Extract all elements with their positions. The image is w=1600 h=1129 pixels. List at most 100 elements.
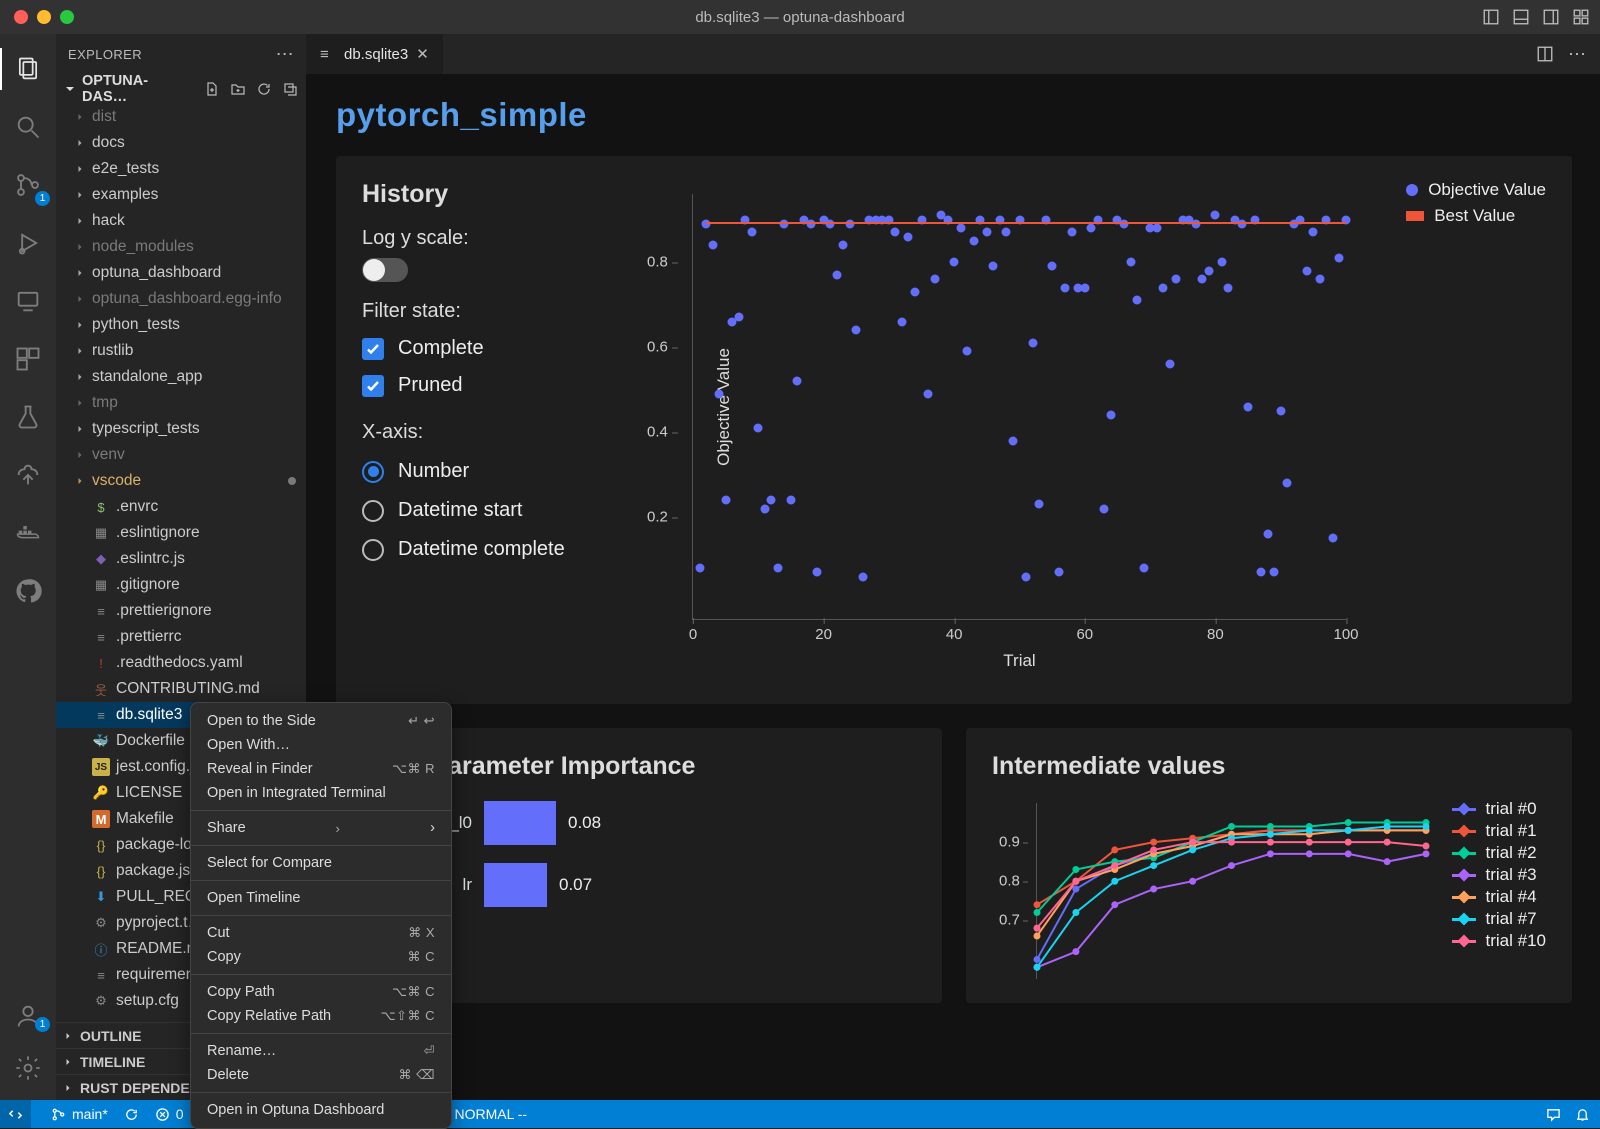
activity-explorer[interactable] [0, 42, 56, 96]
legend-trial-#10[interactable]: .legend-line::after{background:inherit}t… [1452, 931, 1546, 951]
log-scale-label: Log y scale: [362, 227, 632, 250]
status-branch[interactable]: main* [51, 1106, 108, 1122]
folder-tmp[interactable]: tmp [56, 390, 306, 416]
intermediate-heading: Intermediate values [992, 752, 1546, 781]
folder-node_modules[interactable]: node_modules [56, 234, 306, 260]
window-close-btn[interactable] [14, 10, 28, 24]
file-.readthedocs.yaml[interactable]: !.readthedocs.yaml [56, 650, 306, 676]
folder-e2e_tests[interactable]: e2e_tests [56, 156, 306, 182]
ctx-open-with-[interactable]: Open With… [191, 733, 451, 757]
radio-datetime-complete[interactable]: Datetime complete [362, 538, 632, 561]
collapse-icon[interactable] [282, 81, 298, 97]
tab-split-icon[interactable] [1536, 45, 1554, 63]
status-remote[interactable] [0, 1100, 31, 1128]
project-header[interactable]: OPTUNA-DAS… [56, 74, 306, 104]
folder-standalone_app[interactable]: standalone_app [56, 364, 306, 390]
file-.prettierignore[interactable]: ≡.prettierignore [56, 598, 306, 624]
folder-python_tests[interactable]: python_tests [56, 312, 306, 338]
folder-dist[interactable]: dist [56, 104, 306, 130]
status-feedback-icon[interactable] [1546, 1107, 1561, 1122]
folder-docs[interactable]: docs [56, 130, 306, 156]
activity-docker[interactable] [0, 506, 56, 560]
folder-optuna_dashboard.egg-info[interactable]: optuna_dashboard.egg-info [56, 286, 306, 312]
layout-panel-icon[interactable] [1482, 8, 1500, 26]
log-scale-toggle[interactable] [362, 258, 408, 282]
new-file-icon[interactable] [204, 81, 220, 97]
file-.prettierrc[interactable]: ≡.prettierrc [56, 624, 306, 650]
scatter-point [1270, 568, 1279, 577]
activity-run[interactable] [0, 216, 56, 270]
tab-close-icon[interactable]: ✕ [416, 45, 429, 63]
legend-trial-#2[interactable]: .legend-line::after{background:inherit}t… [1452, 843, 1546, 863]
folder-rustlib[interactable]: rustlib [56, 338, 306, 364]
activity-account[interactable]: 1 [0, 994, 56, 1038]
checkbox-complete[interactable]: Complete [362, 337, 632, 360]
ctx-cut[interactable]: Cut⌘ X [191, 921, 451, 945]
scatter-point [1302, 266, 1311, 275]
ctx-copy-relative-path[interactable]: Copy Relative Path⌥⇧⌘ C [191, 1004, 451, 1028]
file-context-menu[interactable]: Open to the Side↵ ↩Open With…Reveal in F… [190, 702, 452, 1129]
ctx-copy-path[interactable]: Copy Path⌥⌘ C [191, 980, 451, 1004]
ctx-share[interactable]: Share› [191, 816, 451, 840]
scatter-point [1172, 275, 1181, 284]
explorer-more-icon[interactable]: ⋯ [276, 44, 294, 65]
window-max-btn[interactable] [60, 10, 74, 24]
layout-grid-icon[interactable] [1572, 8, 1590, 26]
scatter-point [1008, 436, 1017, 445]
ctx-select-for-compare[interactable]: Select for Compare [191, 851, 451, 875]
scatter-point [1257, 568, 1266, 577]
radio-number[interactable]: Number [362, 460, 632, 483]
folder-venv[interactable]: venv [56, 442, 306, 468]
ctx-open-in-integrated-terminal[interactable]: Open in Integrated Terminal [191, 781, 451, 805]
layout-right-icon[interactable] [1542, 8, 1560, 26]
window-min-btn[interactable] [37, 10, 51, 24]
tab-db-sqlite3[interactable]: ≡ db.sqlite3 ✕ [306, 34, 444, 74]
scatter-point [747, 228, 756, 237]
activity-share[interactable] [0, 448, 56, 502]
scatter-point [930, 275, 939, 284]
ctx-copy[interactable]: Copy⌘ C [191, 945, 451, 969]
activity-extensions[interactable] [0, 332, 56, 386]
file-.eslintignore[interactable]: ▦.eslintignore [56, 520, 306, 546]
folder-examples[interactable]: examples [56, 182, 306, 208]
ctx-reveal-in-finder[interactable]: Reveal in Finder⌥⌘ R [191, 757, 451, 781]
legend-best-value[interactable]: Best Value [1406, 206, 1546, 226]
ctx-delete[interactable]: Delete⌘ ⌫ [191, 1063, 451, 1087]
new-folder-icon[interactable] [230, 81, 246, 97]
refresh-icon[interactable] [256, 81, 272, 97]
ctx-open-to-the-side[interactable]: Open to the Side↵ ↩ [191, 709, 451, 733]
layout-bottom-icon[interactable] [1512, 8, 1530, 26]
legend-trial-#3[interactable]: .legend-line::after{background:inherit}t… [1452, 865, 1546, 885]
scatter-point [911, 287, 920, 296]
status-bell-icon[interactable] [1575, 1107, 1590, 1122]
tab-more-icon[interactable]: ⋯ [1568, 44, 1586, 65]
file-.gitignore[interactable]: ▦.gitignore [56, 572, 306, 598]
legend-trial-#4[interactable]: .legend-line::after{background:inherit}t… [1452, 887, 1546, 907]
radio-datetime-start[interactable]: Datetime start [362, 499, 632, 522]
legend-trial-#0[interactable]: .legend-line::after{background:inherit}t… [1452, 799, 1546, 819]
scatter-point [1217, 258, 1226, 267]
file-.eslintrc.js[interactable]: ◆.eslintrc.js [56, 546, 306, 572]
ctx-open-timeline[interactable]: Open Timeline [191, 886, 451, 910]
status-sync[interactable] [124, 1107, 139, 1122]
folder-optuna_dashboard[interactable]: optuna_dashboard [56, 260, 306, 286]
legend-objective-value[interactable]: Objective Value [1406, 180, 1546, 200]
file-CONTRIBUTING.md[interactable]: 웃CONTRIBUTING.md [56, 676, 306, 702]
activity-scm[interactable]: 1 [0, 158, 56, 212]
folder-vscode[interactable]: vscode [56, 468, 306, 494]
legend-trial-#1[interactable]: .legend-line::after{background:inherit}t… [1452, 821, 1546, 841]
legend-trial-#7[interactable]: .legend-line::after{background:inherit}t… [1452, 909, 1546, 929]
file-.envrc[interactable]: $.envrc [56, 494, 306, 520]
intermediate-chart[interactable]: 0.70.80.9 .legend-line::after{background… [992, 799, 1546, 979]
checkbox-pruned[interactable]: Pruned [362, 374, 632, 397]
ctx-open-in-optuna-dashboard[interactable]: Open in Optuna Dashboard [191, 1098, 451, 1122]
activity-remote[interactable] [0, 274, 56, 328]
activity-settings[interactable] [0, 1046, 56, 1090]
ctx-rename-[interactable]: Rename…⏎ [191, 1039, 451, 1063]
folder-typescript_tests[interactable]: typescript_tests [56, 416, 306, 442]
activity-search[interactable] [0, 100, 56, 154]
activity-github[interactable] [0, 564, 56, 618]
history-chart[interactable]: Objective ValueBest Value Objective Valu… [642, 180, 1546, 680]
folder-hack[interactable]: hack [56, 208, 306, 234]
activity-flask[interactable] [0, 390, 56, 444]
